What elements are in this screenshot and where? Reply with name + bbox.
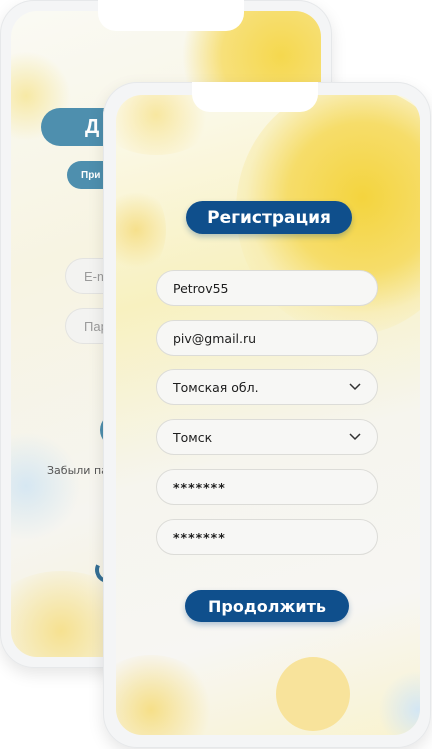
email-field[interactable]: piv@gmail.ru bbox=[156, 320, 378, 356]
confirm-password-value: ******* bbox=[173, 529, 226, 545]
back-subtitle-text: При bbox=[81, 169, 101, 181]
back-phone-notch bbox=[98, 0, 244, 31]
username-value: Petrov55 bbox=[173, 280, 229, 296]
back-title-text: Д bbox=[85, 115, 100, 138]
region-value: Томская обл. bbox=[173, 379, 259, 395]
password-field[interactable]: ******* bbox=[156, 469, 378, 505]
back-blue-blob bbox=[11, 431, 81, 541]
yellow-blob-mid-left bbox=[116, 185, 166, 275]
email-value: piv@gmail.ru bbox=[173, 330, 257, 346]
chevron-down-icon[interactable] bbox=[347, 379, 363, 395]
region-select[interactable]: Томская обл. bbox=[156, 369, 378, 405]
username-field[interactable]: Petrov55 bbox=[156, 270, 378, 306]
back-forgot-password-link[interactable]: Забыли па bbox=[47, 464, 108, 477]
front-phone-notch bbox=[192, 82, 318, 112]
front-phone-frame: Регистрация Petrov55 piv@gmail.ru Томска… bbox=[103, 82, 431, 748]
yellow-blob-bottom-left bbox=[116, 655, 216, 735]
registration-title: Регистрация bbox=[186, 201, 352, 234]
continue-button[interactable]: Продолжить bbox=[185, 590, 349, 622]
yellow-circle-bottom bbox=[276, 657, 350, 731]
blue-blob-bottom-right bbox=[378, 670, 420, 735]
chevron-down-icon[interactable] bbox=[347, 429, 363, 445]
registration-screen: Регистрация Petrov55 piv@gmail.ru Томска… bbox=[116, 95, 420, 735]
password-value: ******* bbox=[173, 479, 226, 495]
city-value: Томск bbox=[173, 429, 213, 445]
confirm-password-field[interactable]: ******* bbox=[156, 519, 378, 555]
city-select[interactable]: Томск bbox=[156, 419, 378, 455]
